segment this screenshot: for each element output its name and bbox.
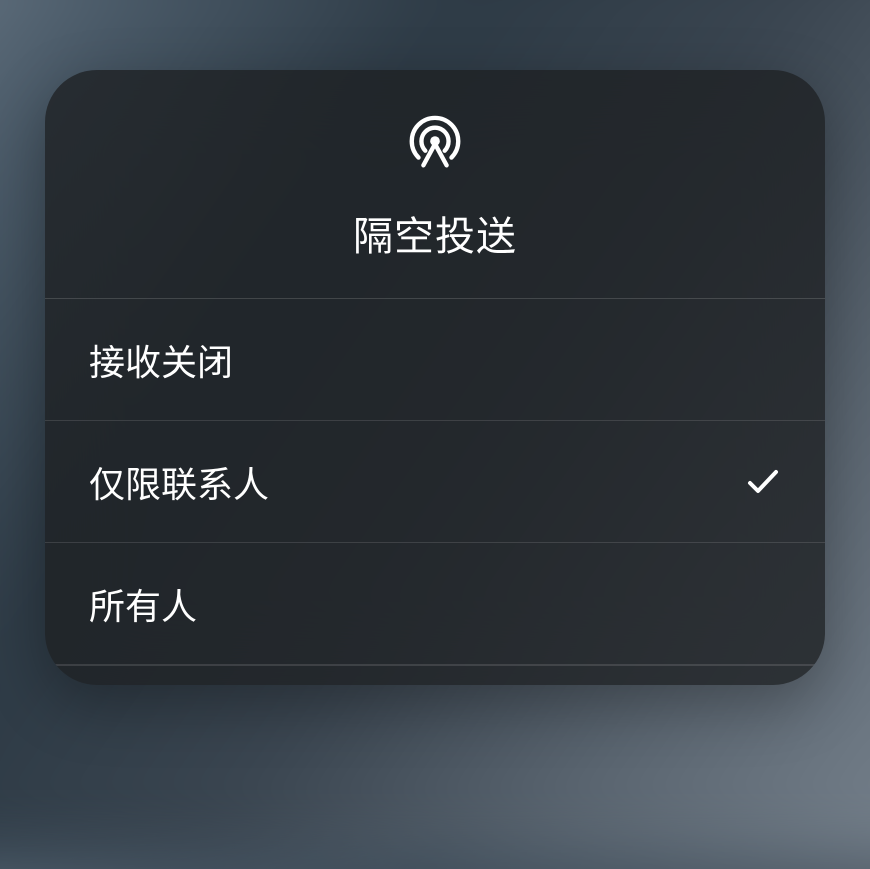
option-everyone[interactable]: 所有人 — [45, 543, 825, 665]
bottom-spacer — [45, 665, 825, 685]
option-receiving-off[interactable]: 接收关闭 — [45, 299, 825, 421]
option-label: 所有人 — [89, 578, 197, 630]
airdrop-settings-panel: 隔空投送 接收关闭 仅限联系人 所有人 — [45, 70, 825, 685]
panel-header: 隔空投送 — [45, 70, 825, 299]
option-label: 仅限联系人 — [89, 456, 269, 508]
checkmark-icon — [745, 464, 781, 500]
option-contacts-only[interactable]: 仅限联系人 — [45, 421, 825, 543]
airdrop-icon — [404, 112, 466, 174]
option-label: 接收关闭 — [89, 334, 233, 386]
panel-title: 隔空投送 — [353, 204, 517, 262]
